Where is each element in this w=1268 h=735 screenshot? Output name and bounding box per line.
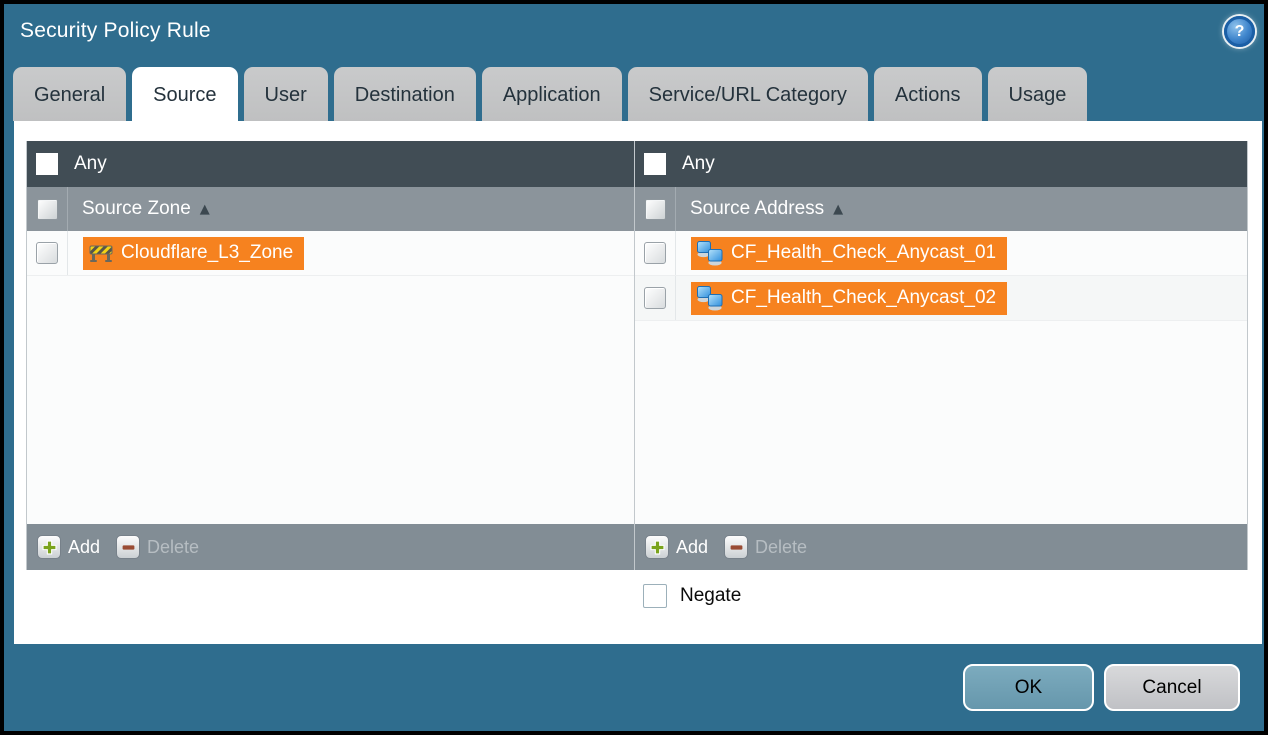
- source-address-row-checkbox-1[interactable]: [644, 242, 666, 264]
- add-button[interactable]: Add: [68, 537, 100, 558]
- table-row: CF_Health_Check_Anycast_02: [635, 276, 1247, 321]
- source-address-any-label: Any: [682, 153, 715, 174]
- tab-actions[interactable]: Actions: [873, 67, 982, 121]
- negate-label: Negate: [680, 585, 742, 606]
- tab-service-url-category[interactable]: Service/URL Category: [627, 67, 868, 121]
- source-address-item[interactable]: CF_Health_Check_Anycast_02: [691, 281, 1008, 315]
- source-zone-list: Cloudflare_L3_Zone: [27, 231, 635, 524]
- source-zone-select-all-checkbox[interactable]: [36, 198, 58, 220]
- source-address-item-label: CF_Health_Check_Anycast_02: [731, 287, 997, 308]
- source-address-column-title: Source Address: [690, 198, 825, 219]
- tab-user[interactable]: User: [243, 67, 328, 121]
- source-address-panel: Any Source Address ▲ CF_Health_Check_Any…: [634, 141, 1248, 570]
- sort-ascending-icon: ▲: [833, 201, 844, 217]
- source-address-any-checkbox[interactable]: [644, 153, 666, 175]
- source-address-select-all-checkbox[interactable]: [644, 198, 666, 220]
- negate-option: Negate: [643, 584, 741, 608]
- negate-checkbox[interactable]: [643, 584, 667, 608]
- address-icon: [697, 240, 723, 266]
- row-check-cell: [27, 231, 68, 275]
- address-icon: [697, 285, 723, 311]
- cancel-button[interactable]: Cancel: [1104, 664, 1240, 711]
- source-zone-item-label: Cloudflare_L3_Zone: [121, 242, 294, 263]
- source-zone-row-checkbox[interactable]: [36, 242, 58, 264]
- source-address-row-checkbox-2[interactable]: [644, 287, 666, 309]
- delete-icon[interactable]: [724, 535, 749, 559]
- source-address-any-header: Any: [635, 141, 1247, 187]
- tab-bar: General Source User Destination Applicat…: [13, 67, 1088, 121]
- select-all-cell: [635, 187, 676, 231]
- source-zone-footer: Add Delete: [27, 524, 635, 570]
- tab-application[interactable]: Application: [481, 67, 622, 121]
- delete-button[interactable]: Delete: [147, 537, 199, 558]
- add-button[interactable]: Add: [676, 537, 708, 558]
- dialog-title: Security Policy Rule: [20, 19, 211, 42]
- source-address-item[interactable]: CF_Health_Check_Anycast_01: [691, 236, 1008, 270]
- delete-button[interactable]: Delete: [755, 537, 807, 558]
- row-check-cell: [635, 231, 676, 275]
- source-zone-column-title: Source Zone: [82, 198, 191, 219]
- source-address-list: CF_Health_Check_Anycast_01 CF_Health_Che…: [635, 231, 1247, 524]
- zone-icon: [89, 244, 113, 262]
- table-row: CF_Health_Check_Anycast_01: [635, 231, 1247, 276]
- source-zone-any-label: Any: [74, 153, 107, 174]
- select-all-cell: [27, 187, 68, 231]
- row-check-cell: [635, 276, 676, 320]
- tab-destination[interactable]: Destination: [333, 67, 476, 121]
- add-icon[interactable]: [645, 535, 669, 559]
- source-zone-any-header: Any: [27, 141, 635, 187]
- tab-usage[interactable]: Usage: [987, 67, 1088, 121]
- tab-general[interactable]: General: [13, 67, 127, 121]
- source-address-column-header[interactable]: Source Address ▲: [635, 187, 1247, 231]
- source-address-footer: Add Delete: [635, 524, 1247, 570]
- ok-button[interactable]: OK: [963, 664, 1094, 711]
- source-zone-column-header[interactable]: Source Zone ▲: [27, 187, 635, 231]
- source-tab-content: Any Source Zone ▲ Cloudflare_L3_Zone Add…: [14, 121, 1262, 644]
- source-zone-panel: Any Source Zone ▲ Cloudflare_L3_Zone Add…: [26, 141, 636, 570]
- tab-source[interactable]: Source: [132, 67, 238, 121]
- add-icon[interactable]: [37, 535, 61, 559]
- source-zone-any-checkbox[interactable]: [36, 153, 58, 175]
- sort-ascending-icon: ▲: [199, 201, 210, 217]
- help-icon[interactable]: ?: [1224, 16, 1255, 47]
- delete-icon[interactable]: [116, 535, 141, 559]
- source-zone-item[interactable]: Cloudflare_L3_Zone: [83, 236, 305, 270]
- source-address-item-label: CF_Health_Check_Anycast_01: [731, 242, 997, 263]
- security-policy-rule-dialog: Security Policy Rule ? General Source Us…: [4, 4, 1264, 731]
- table-row: Cloudflare_L3_Zone: [27, 231, 635, 276]
